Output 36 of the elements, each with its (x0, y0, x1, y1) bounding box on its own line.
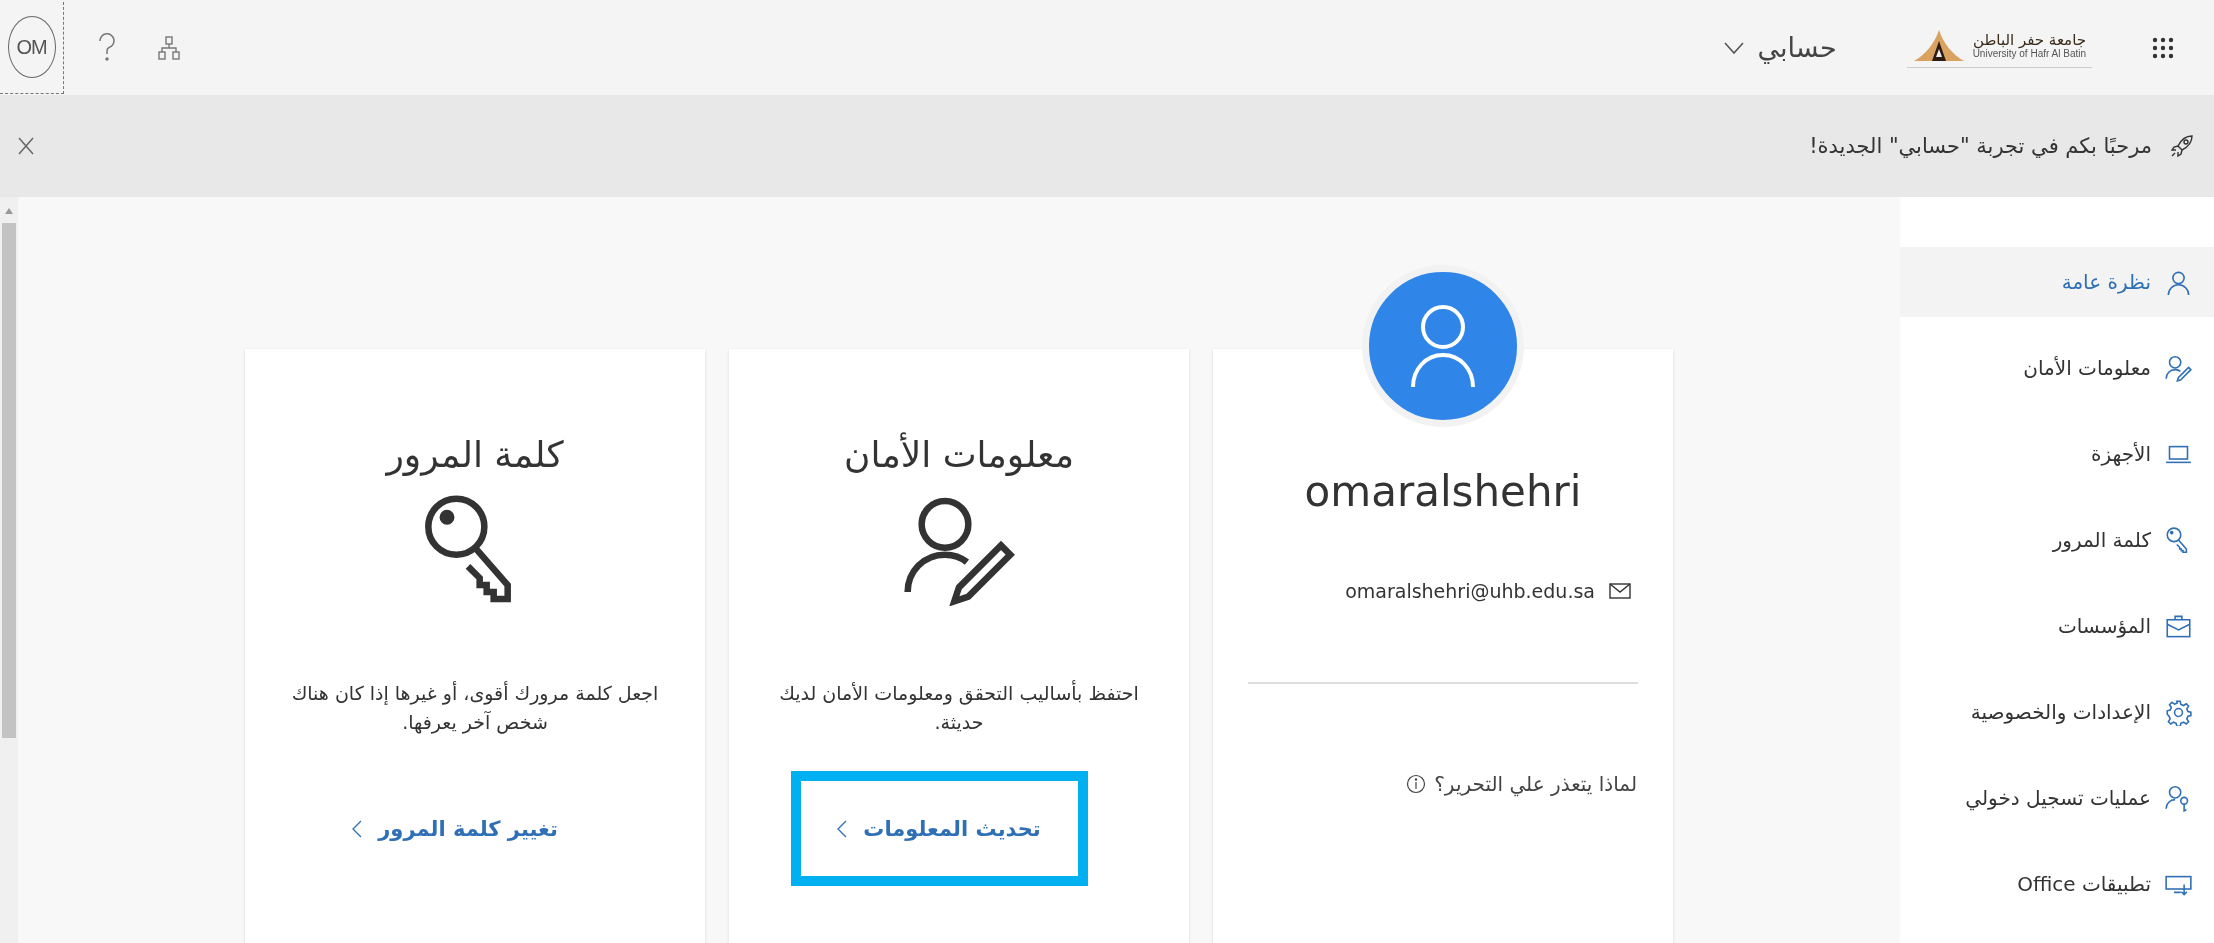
logo-english-text: University of Hafr Al Batin (1972, 48, 2086, 60)
edit-note-link[interactable]: لماذا يتعذر علي التحرير؟ (1434, 772, 1637, 796)
welcome-message: مرحبًا بكم في تجربة "حسابي" الجديدة! (1809, 134, 2152, 158)
card-link[interactable]: تحديث المعلومات (837, 816, 1041, 841)
rocket-icon (2170, 134, 2194, 158)
nav-item[interactable]: عمليات تسجيل دخولي (1900, 763, 2214, 833)
logo-arabic-text: جامعة حفر الباطن (1972, 32, 2086, 49)
card-description: اجعل كلمة مرورك أقوى، أو غيرها إذا كان هناك شخص آخر يعرفها. (290, 680, 660, 736)
chevron-down-icon (1723, 41, 1744, 54)
nav-item[interactable]: معلومات الأمان (1900, 333, 2214, 403)
chevron-left-icon (837, 819, 848, 838)
card-title: كلمة المرور (386, 433, 564, 478)
org-chart-icon[interactable] (158, 35, 180, 60)
tent-logo-icon (1912, 29, 1965, 63)
nav-item[interactable]: المؤسسات (1900, 591, 2214, 661)
user-email: omaralshehri@uhb.edu.sa (1345, 580, 1595, 602)
card-link[interactable]: تغيير كلمة المرور (352, 816, 558, 841)
person-pencil-icon (2165, 354, 2192, 382)
account-menu[interactable]: حسابي (1723, 32, 1837, 63)
nav-item[interactable]: كلمة المرور (1900, 505, 2214, 575)
info-icon[interactable] (1406, 774, 1427, 794)
nav-item[interactable]: الإعدادات والخصوصية (1900, 677, 2214, 747)
nav-item[interactable]: نظرة عامة (1900, 247, 2214, 317)
close-icon[interactable] (18, 137, 34, 155)
scroll-up-arrow-icon[interactable] (4, 207, 14, 215)
gear-icon (2165, 698, 2192, 726)
mail-icon (1609, 583, 1631, 599)
scrollbar[interactable] (0, 197, 18, 943)
app-launcher-icon[interactable] (2152, 36, 2174, 59)
nav-item[interactable]: الأجهزة (1900, 419, 2214, 489)
chevron-left-icon (352, 819, 363, 838)
user-name: omaralshehri (1304, 467, 1582, 516)
card-title: معلومات الأمان (844, 431, 1074, 478)
card-description: احتفظ بأساليب التحقق ومعلومات الأمان لديك حديثة. (778, 679, 1140, 735)
help-icon[interactable] (98, 32, 116, 63)
nav-item[interactable]: تطبيقات Office (1900, 849, 2214, 919)
